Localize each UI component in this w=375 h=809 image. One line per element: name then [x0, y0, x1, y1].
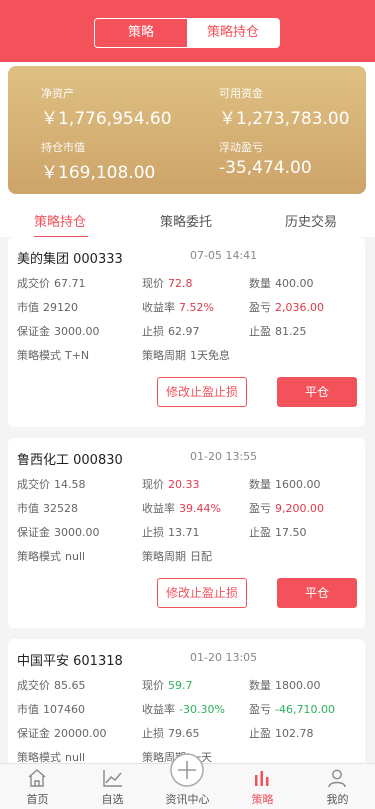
nav-watchlist[interactable]: 自选 — [75, 764, 150, 809]
pnl-field: 盈亏 2,036.00 — [249, 301, 324, 314]
segment-control: 策略 策略持仓 — [94, 18, 280, 48]
yield-field: 收益率 -30.30% — [142, 703, 225, 716]
plus-circle-icon — [170, 753, 204, 787]
margin-field: 保证金 3000.00 — [17, 526, 100, 539]
margin-field: 保证金 20000.00 — [17, 727, 107, 740]
nav-strategy[interactable]: 策略 — [225, 764, 300, 809]
market-value-field: 市值 29120 — [17, 301, 78, 314]
pnl-field: 盈亏 9,200.00 — [249, 502, 324, 515]
position-time: 07-05 14:41 — [190, 249, 258, 262]
take-profit-field: 止盈 102.78 — [249, 727, 314, 740]
deal-price-field: 成交价 14.58 — [17, 478, 86, 491]
net-assets-label: 净资产 — [41, 87, 74, 100]
current-price-field: 现价 20.33 — [142, 478, 200, 491]
segment-strategy-positions[interactable]: 策略持仓 — [187, 19, 279, 47]
strategy-icon — [255, 771, 269, 786]
position-card: 中国平安 601318 01-20 13:05 成交价 85.65 现价 59.7 … — [8, 639, 365, 763]
bottom-navigation: 首页 自选 资讯中心 策略 我的 — [0, 753, 375, 809]
period-field: 策略周期 1天免息 — [142, 349, 230, 362]
holding-value-value: ￥169,108.00 — [41, 163, 156, 183]
stop-loss-field: 止损 13.71 — [142, 526, 200, 539]
home-icon — [28, 769, 46, 787]
floating-pnl-label: 浮动盈亏 — [219, 141, 263, 154]
stock-name: 美的集团 000333 — [17, 252, 123, 267]
nav-news-center-label: 资讯中心 — [165, 793, 210, 806]
position-tabs: 策略持仓 策略委托 历史交易 — [0, 205, 375, 238]
quantity-field: 数量 1600.00 — [249, 478, 321, 491]
chart-icon — [103, 770, 122, 787]
close-position-button[interactable]: 平仓 — [277, 578, 357, 608]
nav-profile-label: 我的 — [326, 793, 349, 806]
position-time: 01-20 13:05 — [190, 651, 258, 664]
market-value-field: 市值 107460 — [17, 703, 85, 716]
yield-field: 收益率 7.52% — [142, 301, 214, 314]
position-card: 鲁西化工 000830 01-20 13:55 成交价 14.58 现价 20.33… — [8, 438, 365, 628]
segment-strategy[interactable]: 策略 — [95, 19, 187, 47]
take-profit-field: 止盈 17.50 — [249, 526, 307, 539]
quantity-field: 数量 1800.00 — [249, 679, 321, 692]
position-card: 美的集团 000333 07-05 14:41 成交价 67.71 现价 72.8 … — [8, 237, 365, 427]
market-value-field: 市值 32528 — [17, 502, 78, 515]
top-header: 策略 策略持仓 — [0, 0, 375, 62]
stock-name: 中国平安 601318 — [17, 654, 123, 669]
holding-value-label: 持仓市值 — [41, 141, 85, 154]
nav-home[interactable]: 首页 — [0, 764, 75, 809]
user-icon — [328, 769, 346, 788]
tab-trade-history[interactable]: 历史交易 — [285, 211, 337, 230]
net-assets-value: ￥1,776,954.60 — [41, 109, 172, 129]
margin-field: 保证金 3000.00 — [17, 325, 100, 338]
nav-news-center[interactable]: 资讯中心 — [150, 753, 225, 809]
tab-strategy-orders[interactable]: 策略委托 — [160, 211, 212, 230]
nav-profile[interactable]: 我的 — [300, 764, 375, 809]
floating-pnl-value: -35,474.00 — [219, 158, 312, 178]
deal-price-field: 成交价 67.71 — [17, 277, 86, 290]
quantity-field: 数量 400.00 — [249, 277, 314, 290]
stop-loss-field: 止损 62.97 — [142, 325, 200, 338]
current-price-field: 现价 59.7 — [142, 679, 193, 692]
nav-home-label: 首页 — [26, 793, 49, 806]
mode-field: 策略模式 T+N — [17, 349, 90, 362]
available-funds-label: 可用资金 — [219, 87, 263, 100]
tab-strategy-positions[interactable]: 策略持仓 — [34, 211, 86, 230]
stop-loss-field: 止损 79.65 — [142, 727, 200, 740]
modify-stop-button[interactable]: 修改止盈止损 — [157, 578, 247, 608]
position-time: 01-20 13:55 — [190, 450, 258, 463]
pnl-field: 盈亏 -46,710.00 — [249, 703, 335, 716]
period-field: 策略周期 日配 — [142, 550, 212, 563]
deal-price-field: 成交价 85.65 — [17, 679, 86, 692]
nav-watchlist-label: 自选 — [101, 793, 124, 806]
close-position-button[interactable]: 平仓 — [277, 377, 357, 407]
mode-field: 策略模式 null — [17, 751, 86, 763]
nav-strategy-label: 策略 — [251, 793, 274, 806]
current-price-field: 现价 72.8 — [142, 277, 193, 290]
asset-summary-card: 净资产 ￥1,776,954.60 可用资金 ￥1,273,783.00 持仓市… — [8, 66, 366, 194]
take-profit-field: 止盈 81.25 — [249, 325, 307, 338]
yield-field: 收益率 39.44% — [142, 502, 221, 515]
mode-field: 策略模式 null — [17, 550, 86, 563]
available-funds-value: ￥1,273,783.00 — [219, 109, 350, 129]
stock-name: 鲁西化工 000830 — [17, 453, 123, 468]
modify-stop-button[interactable]: 修改止盈止损 — [157, 377, 247, 407]
